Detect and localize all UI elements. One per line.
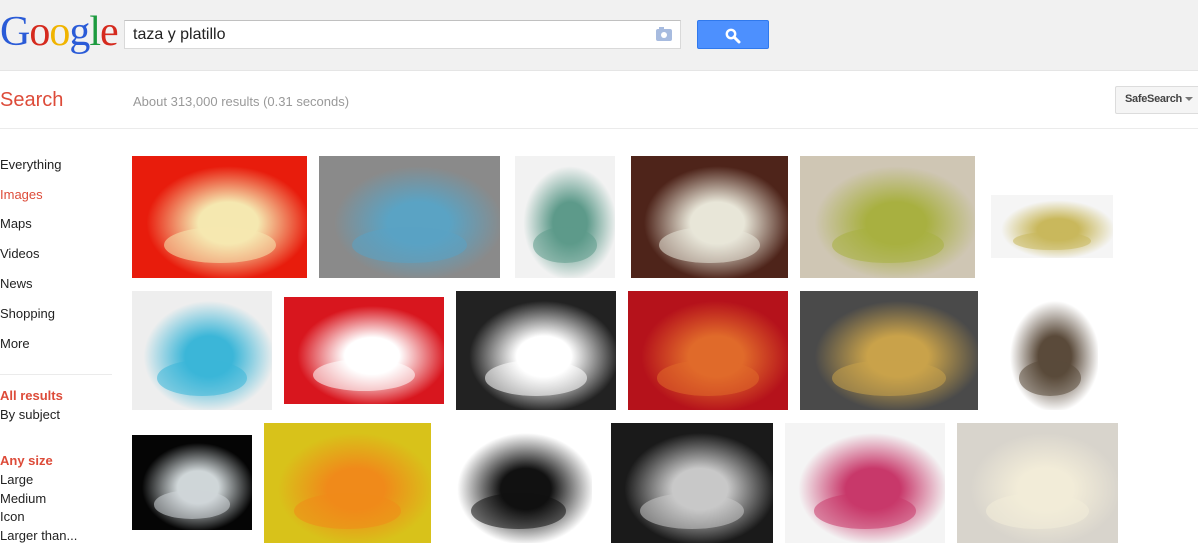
logo-letter: o (29, 9, 50, 55)
search-input[interactable] (133, 21, 643, 48)
saucer-shape (294, 492, 401, 529)
sidebar-item-images[interactable]: Images (0, 187, 43, 202)
header-bar: Google (0, 0, 1198, 71)
sidebar-item-more[interactable]: More (0, 336, 30, 351)
safesearch-button[interactable]: SafeSearch (1115, 86, 1198, 114)
sidebar-item-videos[interactable]: Videos (0, 246, 40, 261)
sidebar-item-shopping[interactable]: Shopping (0, 306, 55, 321)
sidebar-item-maps[interactable]: Maps (0, 216, 32, 231)
sidebar-divider (0, 374, 112, 375)
image-result[interactable] (957, 423, 1118, 543)
result-stats: About 313,000 results (0.31 seconds) (133, 94, 350, 109)
saucer-shape (351, 226, 468, 264)
image-result[interactable] (628, 291, 788, 410)
image-result[interactable] (132, 435, 252, 530)
image-result[interactable] (445, 423, 592, 543)
saucer-shape (831, 226, 944, 264)
saucer-shape (985, 492, 1089, 529)
safesearch-label: SafeSearch (1125, 93, 1182, 105)
magnifier-icon (725, 28, 741, 44)
image-result[interactable] (319, 156, 500, 278)
image-result[interactable] (800, 291, 978, 410)
image-result[interactable] (515, 156, 615, 278)
chevron-down-icon (1184, 97, 1193, 102)
logo-letter: G (0, 9, 30, 55)
section-title: Search (0, 89, 64, 111)
saucer-shape (813, 492, 917, 529)
google-logo[interactable]: Google (0, 9, 119, 55)
sidebar-item-news[interactable]: News (0, 276, 33, 291)
logo-letter: e (100, 9, 119, 55)
filter-all-results[interactable]: All results (0, 388, 63, 403)
image-result[interactable] (284, 297, 444, 404)
sidebar-item-everything[interactable]: Everything (0, 157, 61, 172)
camera-icon[interactable] (656, 27, 672, 41)
image-result[interactable] (456, 291, 616, 410)
search-button[interactable] (697, 20, 769, 49)
filter-any-size[interactable]: Any size (0, 453, 53, 468)
saucer-shape (484, 360, 588, 396)
filter-size-larger-than[interactable]: Larger than... (0, 528, 77, 543)
saucer-shape (471, 492, 566, 529)
image-result[interactable] (800, 156, 975, 278)
saucer-shape (157, 360, 247, 396)
filter-size-icon[interactable]: Icon (0, 509, 25, 524)
saucer-shape (659, 226, 760, 264)
image-result[interactable] (132, 291, 272, 410)
saucer-shape (533, 226, 597, 264)
image-result[interactable] (1002, 291, 1098, 410)
logo-letter: g (69, 9, 90, 55)
results-bar: Search About 313,000 results (0.31 secon… (0, 71, 1198, 129)
filter-by-subject[interactable]: By subject (0, 407, 60, 422)
saucer-shape (656, 360, 760, 396)
image-result[interactable] (611, 423, 773, 543)
saucer-shape (163, 226, 276, 264)
image-result[interactable] (785, 423, 945, 543)
saucer-shape (1019, 360, 1081, 396)
image-result[interactable] (631, 156, 788, 278)
search-box[interactable] (124, 20, 681, 49)
image-result[interactable] (991, 195, 1113, 258)
filter-size-medium[interactable]: Medium (0, 491, 46, 506)
saucer-shape (312, 359, 416, 392)
image-result[interactable] (264, 423, 431, 543)
logo-letter: l (89, 9, 101, 55)
logo-letter: o (49, 9, 70, 55)
image-result[interactable] (132, 156, 307, 278)
saucer-shape (640, 492, 744, 529)
saucer-shape (153, 490, 231, 519)
filter-size-large[interactable]: Large (0, 472, 33, 487)
saucer-shape (1012, 231, 1092, 251)
saucer-shape (832, 360, 946, 396)
